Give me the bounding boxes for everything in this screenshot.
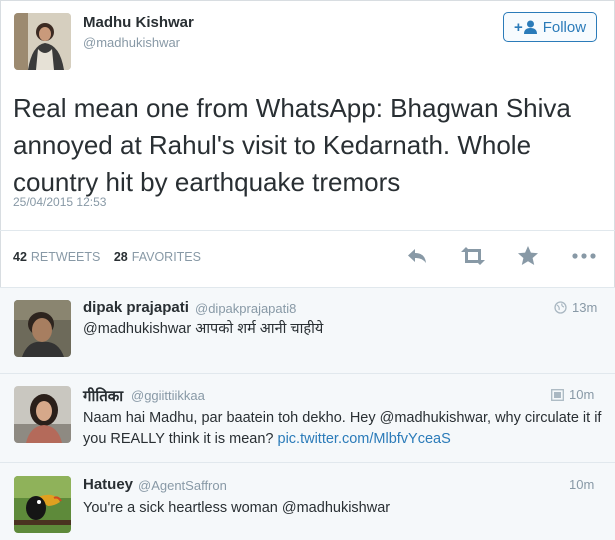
more-icon[interactable] [571, 244, 597, 268]
divider [0, 373, 615, 374]
reply-text: You're a sick heartless woman @madhukish… [83, 500, 391, 516]
reply-author-name[interactable]: गीतिका [83, 386, 123, 406]
reply-author-handle[interactable]: @AgentSaffron [138, 478, 227, 493]
reply-author-name[interactable]: dipak prajapati [83, 299, 189, 316]
follow-button[interactable]: + Follow [503, 12, 597, 42]
author-handle[interactable]: @madhukishwar [83, 35, 180, 50]
globe-icon [554, 301, 567, 314]
reply-avatar[interactable] [14, 476, 71, 533]
divider [0, 230, 615, 231]
photo-icon [551, 388, 564, 401]
reply-avatar[interactable] [14, 386, 71, 443]
reply-text: @madhukishwar आपको शर्म आनी चाहीये [83, 321, 324, 337]
divider [0, 462, 615, 463]
reply-time[interactable]: 10m [569, 477, 594, 492]
author-avatar[interactable] [14, 13, 71, 70]
retweets-stat[interactable]: 42 RETWEETS [13, 250, 100, 264]
tweet-stats: 42 RETWEETS 28 FAVORITES [13, 250, 211, 264]
favorite-icon[interactable] [516, 244, 542, 268]
reply-text: Naam hai Madhu, par baatein toh dekho. H… [83, 410, 602, 447]
tweet-text: Real mean one from WhatsApp: Bhagwan Shi… [13, 93, 571, 197]
tweet-timestamp[interactable]: 25/04/2015 12:53 [13, 195, 106, 209]
reply-time[interactable]: 10m [551, 387, 594, 402]
reply-icon[interactable] [405, 244, 431, 268]
author-name[interactable]: Madhu Kishwar [83, 14, 194, 31]
reply-author-handle[interactable]: @dipakprajapati8 [195, 301, 296, 316]
follow-button-label: Follow [542, 18, 587, 36]
retweet-icon[interactable] [459, 244, 487, 268]
favorites-stat[interactable]: 28 FAVORITES [114, 250, 201, 264]
reply-avatar[interactable] [14, 300, 71, 357]
reply-author-name[interactable]: Hatuey [83, 476, 133, 493]
divider [0, 287, 615, 288]
reply-link[interactable]: pic.twitter.com/MlbfvYceaS [278, 431, 451, 447]
reply-time[interactable]: 13m [554, 300, 597, 315]
reply-author-handle[interactable]: @ggiittiikkaa [131, 388, 205, 403]
add-user-icon: + [514, 19, 537, 36]
